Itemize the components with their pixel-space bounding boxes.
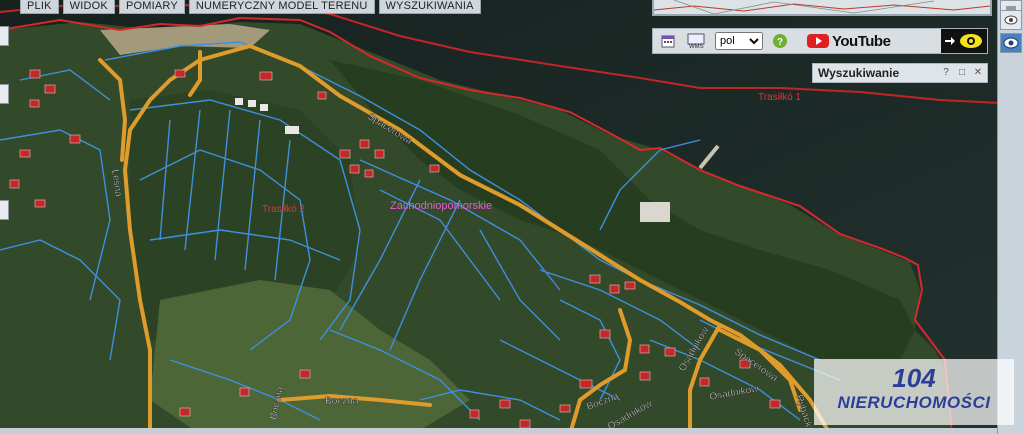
watermark-number: 104 — [892, 363, 936, 393]
clearing — [640, 202, 670, 222]
view-eye-icon[interactable] — [1000, 33, 1022, 53]
visibility-icon[interactable] — [1000, 10, 1022, 30]
menu-wyszukiwania[interactable]: WYSZUKIWANIA — [378, 0, 481, 14]
search-panel: Wyszukiwanie ? □ ✕ — [812, 63, 988, 83]
calendar-icon[interactable] — [657, 31, 679, 51]
map-toolbar: WMS pol ? YouTube — [652, 28, 988, 54]
maximize-button[interactable]: □ — [955, 66, 969, 80]
svg-text:WMS: WMS — [689, 44, 704, 49]
menu-pomiary[interactable]: POMIARY — [118, 0, 185, 14]
top-menu-bar: PLIK WIDOK POMIARY NUMERYCZNY MODEL TERE… — [20, 0, 481, 14]
wms-icon[interactable]: WMS — [685, 31, 707, 51]
close-button[interactable]: ✕ — [971, 66, 985, 80]
svg-text:?: ? — [777, 37, 783, 48]
help-button[interactable]: ? — [939, 66, 953, 80]
street-label-boczna-2: Boczna — [325, 396, 359, 407]
youtube-label: YouTube — [832, 32, 891, 50]
menu-widok[interactable]: WIDOK — [62, 0, 115, 14]
left-tool-button[interactable] — [0, 26, 9, 46]
agency-watermark: 104 NIERUCHOMOŚCI — [814, 359, 1014, 425]
overview-map[interactable] — [652, 0, 992, 16]
region-label: Zachodniopomorskie — [390, 200, 492, 212]
youtube-icon — [807, 34, 829, 48]
language-select[interactable]: pol — [715, 32, 763, 50]
menu-numeryczny-model-terenu[interactable]: NUMERYCZNY MODEL TERENU — [188, 0, 375, 14]
watermark-text: NIERUCHOMOŚCI — [837, 393, 991, 412]
left-tool-strip — [0, 0, 9, 434]
menu-plik[interactable]: PLIK — [20, 0, 59, 14]
help-icon[interactable]: ? — [769, 31, 791, 51]
shore-label-1: Trasiłkó 1 — [758, 92, 801, 103]
arrow-right-icon — [945, 37, 955, 45]
eye-button[interactable] — [941, 29, 987, 53]
horizontal-scrollbar[interactable] — [0, 428, 997, 434]
search-panel-title: Wyszukiwanie — [818, 66, 900, 80]
left-tool-button[interactable] — [0, 200, 9, 220]
eye-icon — [960, 34, 982, 48]
left-tool-button[interactable] — [0, 84, 9, 104]
youtube-button[interactable]: YouTube — [807, 32, 891, 50]
shore-label-2: Trasiłkó 2 — [262, 204, 305, 215]
